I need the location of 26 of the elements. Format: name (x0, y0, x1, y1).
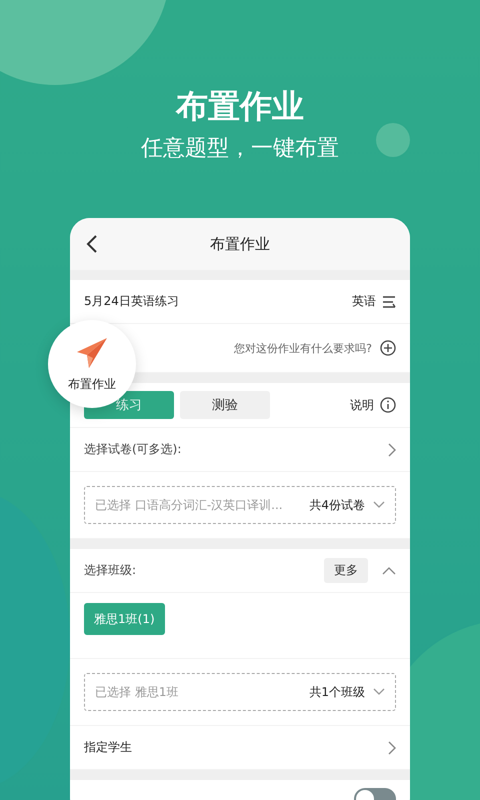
hero-subtitle: 任意题型，一键布置 (141, 135, 339, 163)
chevron-right-icon[interactable] (388, 740, 396, 754)
paper-label: 选择试卷(可多选): (84, 441, 182, 458)
chevron-right-icon[interactable] (388, 442, 396, 456)
chevron-down-icon[interactable] (373, 501, 385, 509)
homework-name: 5月24日英语练习 (84, 293, 179, 310)
hero-title: 布置作业 (174, 86, 305, 126)
add-icon[interactable] (380, 340, 396, 356)
class-label: 选择班级: (84, 562, 136, 579)
badge-label: 布置作业 (68, 376, 116, 392)
mode-tab[interactable]: 测验 (180, 391, 270, 419)
info-icon[interactable] (380, 397, 396, 413)
subject-label[interactable]: 英语 (352, 293, 376, 310)
chevron-up-icon[interactable] (382, 566, 396, 574)
back-icon[interactable] (86, 235, 98, 253)
paper-plane-icon (75, 336, 109, 370)
screen-title: 布置作业 (210, 234, 270, 254)
paper-select[interactable]: 已选择 口语高分词汇-汉英口译训... 共4份试卷 (84, 486, 396, 524)
student-label: 指定学生 (84, 739, 132, 756)
chevron-down-icon[interactable] (373, 688, 385, 696)
more-button[interactable]: 更多 (324, 558, 368, 583)
requirement-field[interactable]: 您对这份作业有什么要求吗? (190, 340, 374, 356)
background-circle (376, 123, 410, 157)
list-icon[interactable] (382, 296, 396, 308)
help-link[interactable]: 说明 (350, 396, 374, 414)
class-select[interactable]: 已选择 雅思1班 共1个班级 (84, 673, 396, 711)
